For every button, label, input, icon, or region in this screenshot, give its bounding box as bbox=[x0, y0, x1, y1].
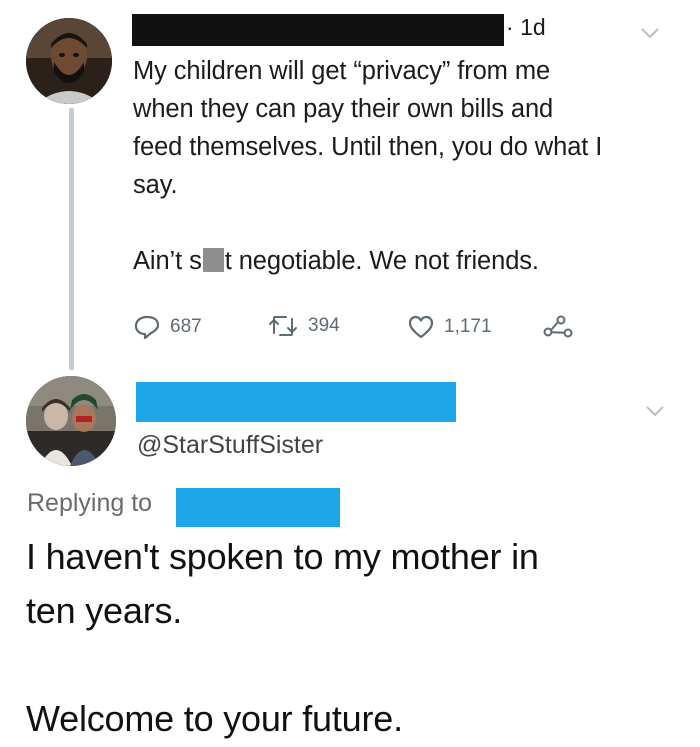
tweet-line: My children will get “privacy” from me bbox=[133, 57, 551, 85]
reply-handle[interactable]: @StarStuffSister bbox=[137, 431, 323, 460]
avatar[interactable] bbox=[26, 18, 112, 104]
reply-avatar[interactable] bbox=[26, 376, 116, 466]
share-icon bbox=[543, 315, 573, 338]
retweet-icon bbox=[269, 316, 297, 336]
reply-text: I haven't spoken to my mother in ten yea… bbox=[26, 530, 686, 746]
redacted-replied-handle[interactable] bbox=[176, 488, 340, 527]
tweet-text-part: Ain’t s bbox=[133, 247, 202, 275]
retweet-count: 394 bbox=[308, 315, 340, 336]
retweet-button[interactable]: 394 bbox=[268, 315, 340, 337]
chevron-down-icon[interactable] bbox=[640, 20, 660, 46]
redacted-display-name bbox=[136, 382, 456, 422]
avatar-photo bbox=[26, 18, 112, 104]
thread-line bbox=[69, 108, 74, 370]
share-button[interactable] bbox=[543, 315, 573, 339]
tweet-text-part: t negotiable. We not friends. bbox=[224, 247, 539, 275]
reply-avatar-photo bbox=[26, 376, 116, 466]
like-count: 1,171 bbox=[444, 316, 492, 337]
tweet-line: feed themselves. Until then, you do what… bbox=[133, 133, 603, 161]
censor-block bbox=[202, 248, 224, 272]
replying-to-text: Replying to bbox=[27, 489, 153, 517]
reply-button[interactable]: 687 bbox=[134, 315, 202, 339]
tweet-timestamp[interactable]: · 1d bbox=[506, 14, 546, 41]
reply-icon bbox=[134, 315, 160, 339]
tweet-line-second-paragraph: Ain’t s t negotiable. We not friends. bbox=[133, 242, 683, 280]
reply-line: ten years. bbox=[26, 590, 183, 631]
chevron-down-icon[interactable] bbox=[645, 398, 665, 424]
reply-count: 687 bbox=[170, 316, 202, 337]
reply-line: I haven't spoken to my mother in bbox=[26, 536, 539, 577]
like-button[interactable]: 1,171 bbox=[408, 315, 492, 339]
tweet-line: when they can pay their own bills and bbox=[133, 95, 554, 123]
separator-dot: · bbox=[506, 14, 514, 40]
tweet-time: 1d bbox=[520, 14, 546, 40]
reply-closing: Welcome to your future. bbox=[26, 698, 403, 739]
replying-to-label: Replying to bbox=[27, 489, 152, 518]
tweet-text: My children will get “privacy” from me w… bbox=[133, 52, 683, 280]
redacted-display-name bbox=[132, 14, 504, 46]
tweet-line: say. bbox=[133, 171, 178, 199]
like-icon bbox=[408, 315, 434, 339]
